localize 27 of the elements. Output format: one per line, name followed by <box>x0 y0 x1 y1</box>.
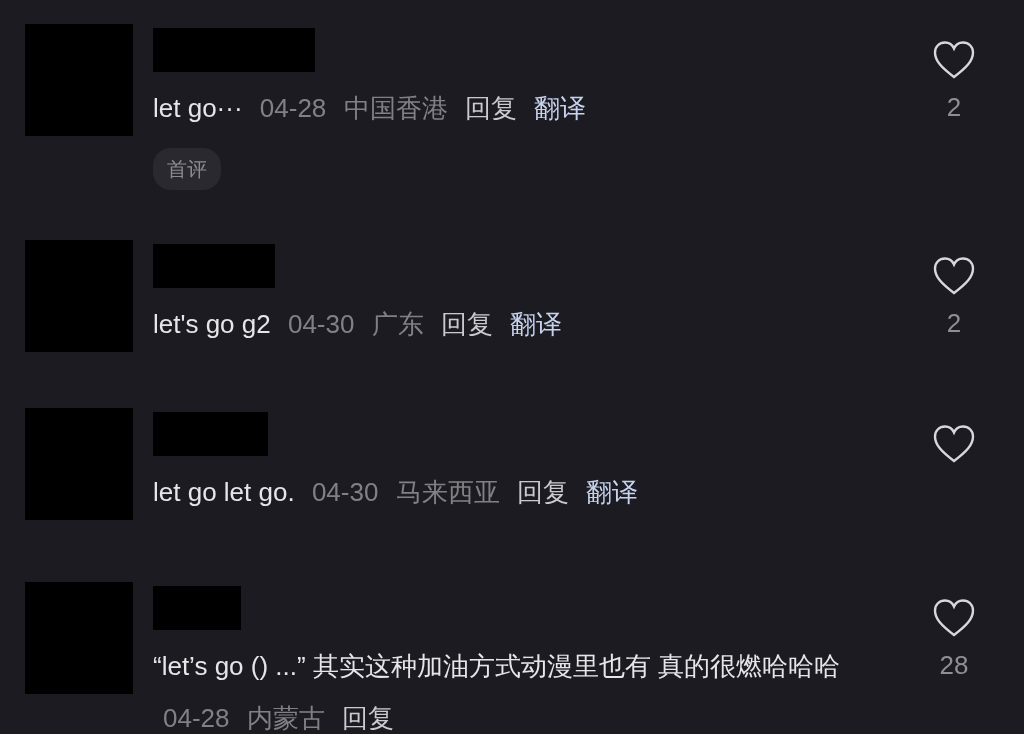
heart-icon[interactable] <box>932 40 976 80</box>
comment-date: 04-28 <box>163 703 230 733</box>
comment-text: “let’s go () ...” 其实这种加油方式动漫里也有 真的很燃哈哈哈 <box>153 651 841 681</box>
translate-link[interactable]: 翻译 <box>586 477 639 507</box>
comment-date: 04-30 <box>287 309 355 339</box>
comment-text: let's go g2 <box>153 309 271 339</box>
like-count: 28 <box>939 649 969 682</box>
translate-link[interactable]: 翻译 <box>510 309 563 339</box>
comment-text: let go let go. <box>153 477 295 507</box>
comment-date: 04-30 <box>311 477 379 507</box>
reply-link[interactable]: 回复 <box>516 477 569 507</box>
comment-date: 04-28 <box>259 93 327 123</box>
comment-location: 内蒙古 <box>246 703 325 733</box>
like-count: 2 <box>946 307 962 340</box>
heart-icon[interactable] <box>932 598 976 638</box>
comment-text: let go··· <box>153 93 243 123</box>
comment-location: 马来西亚 <box>395 477 500 507</box>
translate-link[interactable]: 翻译 <box>534 93 586 123</box>
reply-link[interactable]: 回复 <box>341 703 394 733</box>
first-comment-tag: 首评 <box>153 148 221 190</box>
heart-icon[interactable] <box>932 424 976 464</box>
like-count: 2 <box>946 91 962 124</box>
comment-location: 广东 <box>371 309 424 339</box>
heart-icon[interactable] <box>932 256 976 296</box>
comment-location: 中国香港 <box>343 93 448 123</box>
reply-link[interactable]: 回复 <box>464 93 517 123</box>
reply-link[interactable]: 回复 <box>440 309 493 339</box>
